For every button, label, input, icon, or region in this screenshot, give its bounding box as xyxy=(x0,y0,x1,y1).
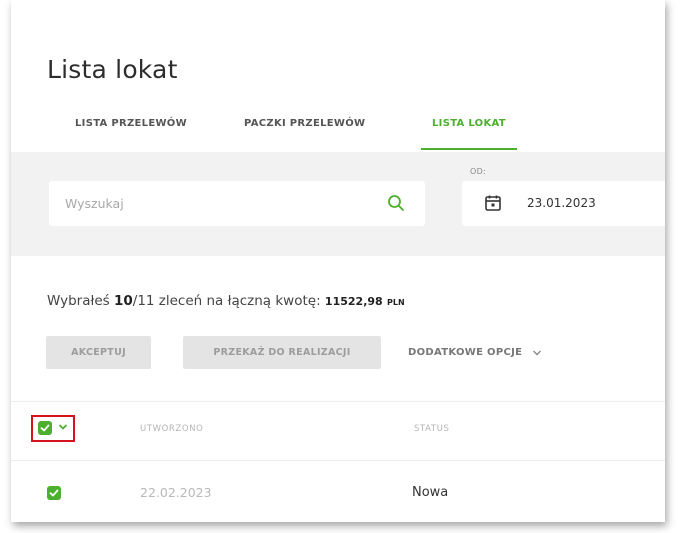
more-options-label: DODATKOWE OPCJE xyxy=(408,347,523,358)
accept-button[interactable]: AKCEPTUJ xyxy=(46,336,151,369)
date-from-value: 23.01.2023 xyxy=(527,196,596,210)
checkmark-icon xyxy=(40,424,50,432)
tab-transfer-list[interactable]: LISTA PRZELEWÓW xyxy=(75,118,187,129)
select-all-checkbox[interactable] xyxy=(38,421,52,435)
filter-panel: Wyszukaj OD: 23.01.2023 xyxy=(11,152,665,256)
more-options-dropdown[interactable]: DODATKOWE OPCJE xyxy=(408,347,542,358)
checkmark-icon xyxy=(49,489,59,497)
app-window: Lista lokat LISTA PRZELEWÓW PACZKI PRZEL… xyxy=(11,0,665,522)
chevron-down-icon[interactable] xyxy=(58,423,68,431)
send-to-execution-button[interactable]: PRZEKAŻ DO REALIZACJI xyxy=(183,336,381,369)
summary-total-part: /11 zleceń na łączną kwotę: xyxy=(132,293,325,309)
cell-status: Nowa xyxy=(412,485,449,500)
date-from-field[interactable]: 23.01.2023 xyxy=(462,181,665,226)
select-all-highlight xyxy=(31,415,75,442)
chevron-down-icon xyxy=(533,350,542,355)
active-tab-indicator xyxy=(421,148,517,150)
date-from-label: OD: xyxy=(470,167,487,176)
calendar-icon[interactable] xyxy=(484,194,502,212)
column-header-status[interactable]: STATUS xyxy=(414,424,450,434)
tab-deposit-list[interactable]: LISTA LOKAT xyxy=(432,118,506,129)
cell-created: 22.02.2023 xyxy=(140,485,212,500)
table-row[interactable]: 22.02.2023 Nowa xyxy=(11,460,665,522)
page-title: Lista lokat xyxy=(47,55,178,84)
search-placeholder: Wyszukaj xyxy=(65,196,124,211)
selection-summary: Wybrałeś 10/11 zleceń na łączną kwotę: 1… xyxy=(47,293,405,309)
summary-prefix: Wybrałeś xyxy=(47,293,114,309)
tab-transfer-packages[interactable]: PACZKI PRZELEWÓW xyxy=(244,118,365,129)
column-header-created[interactable]: UTWORZONO xyxy=(140,424,203,434)
tab-bar: LISTA PRZELEWÓW PACZKI PRZELEWÓW LISTA L… xyxy=(11,110,665,152)
summary-currency: PLN xyxy=(386,298,405,307)
search-input[interactable]: Wyszukaj xyxy=(49,181,425,226)
row-checkbox[interactable] xyxy=(47,486,61,500)
selected-count: 10 xyxy=(113,293,133,309)
search-icon[interactable] xyxy=(387,194,405,212)
summary-amount: 11522,98 xyxy=(324,295,383,308)
table-header-row: UTWORZONO STATUS xyxy=(11,402,665,459)
